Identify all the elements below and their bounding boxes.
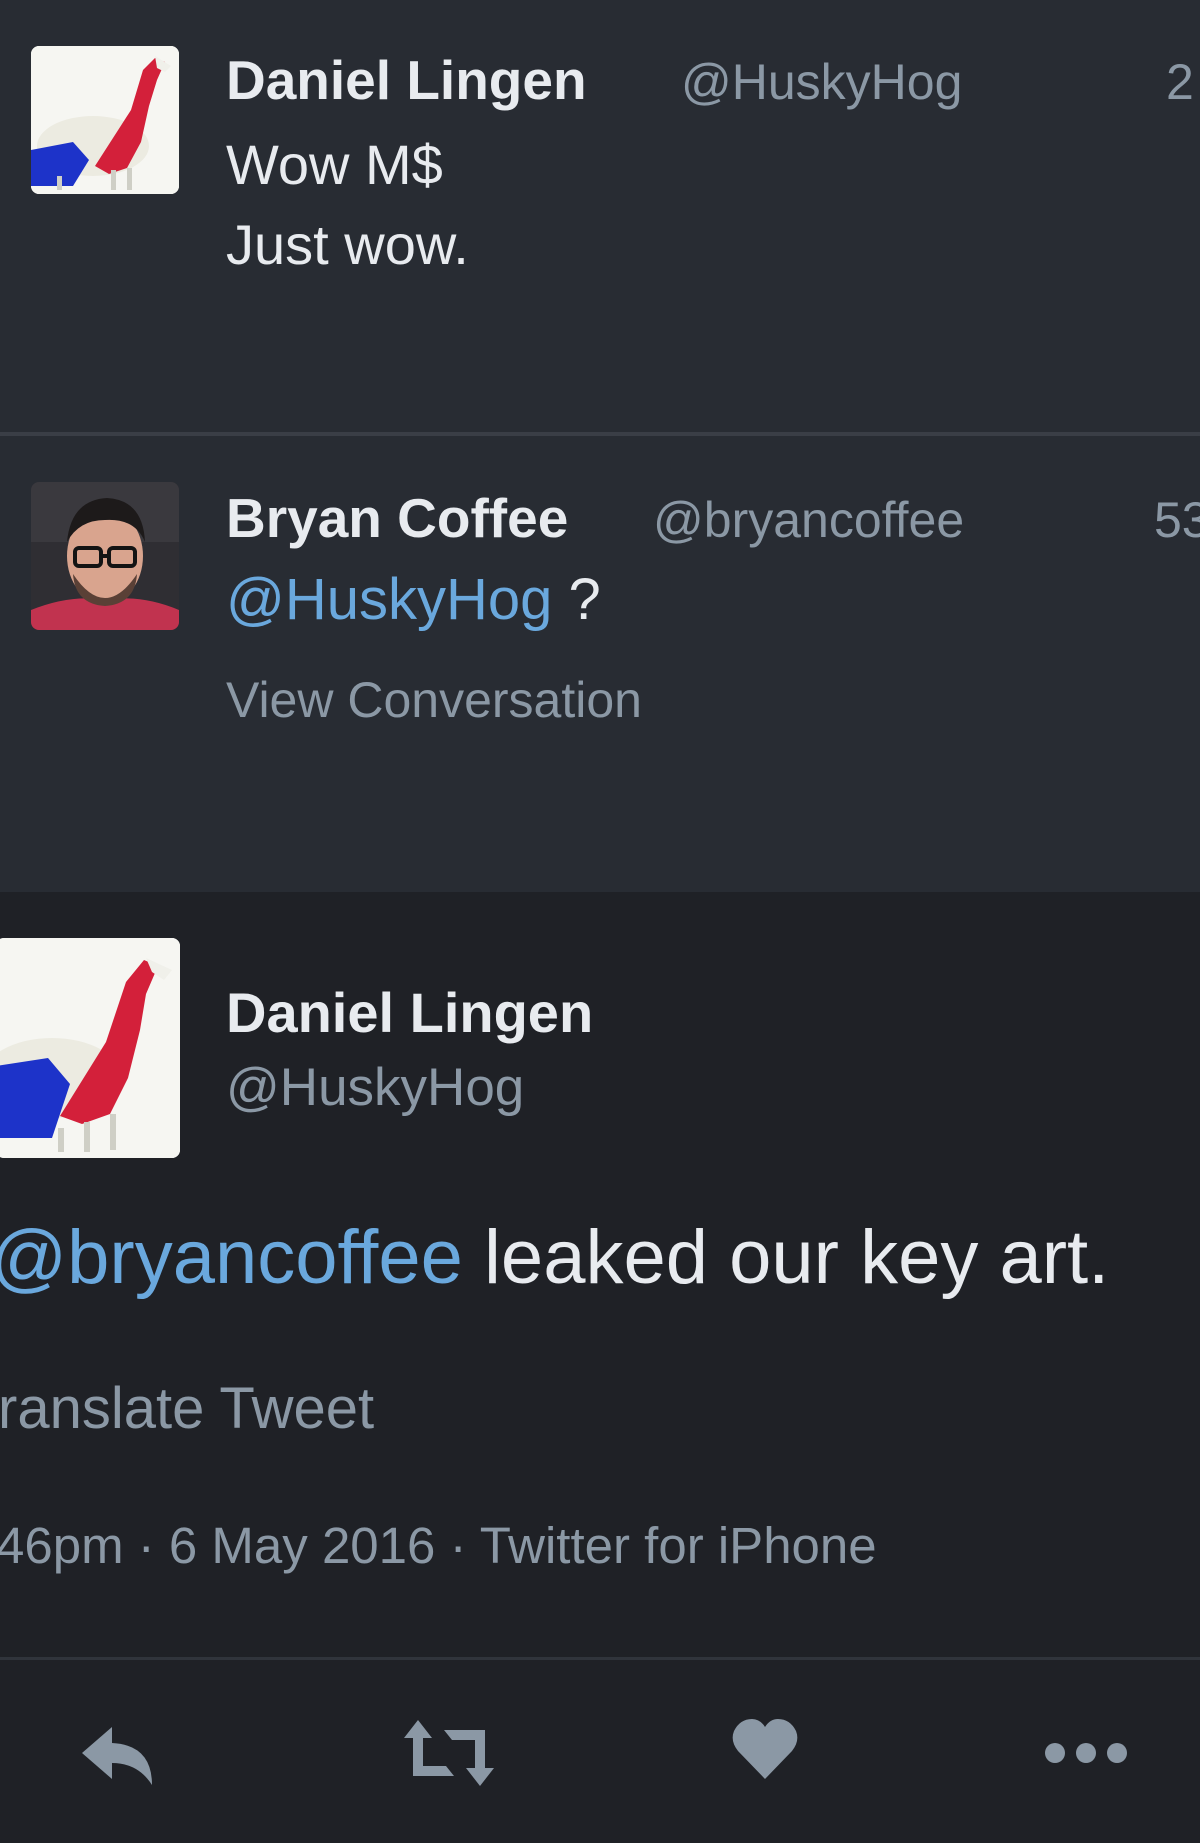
tweet-text-line: Wow M$	[226, 133, 443, 196]
translate-tweet-link[interactable]: ranslate Tweet	[0, 1375, 374, 1442]
tweet-text-rest: leaked our key art.	[462, 1215, 1110, 1300]
retweet-icon[interactable]	[402, 1716, 496, 1790]
tweet-author-handle[interactable]: @bryancoffee	[653, 491, 964, 549]
divider	[0, 1657, 1200, 1660]
avatar-llama[interactable]	[31, 46, 179, 194]
avatar-person[interactable]	[31, 482, 179, 630]
tweet-timestamp[interactable]: 2	[1166, 53, 1194, 111]
tweet-author-name[interactable]: Daniel Lingen	[226, 980, 593, 1045]
tweet-meta: 46pm · 6 May 2016 · Twitter for iPhone	[0, 1517, 877, 1574]
mention-link[interactable]: @bryancoffee	[0, 1215, 463, 1300]
tweet-author-name[interactable]: Bryan Coffee	[226, 486, 568, 550]
like-icon[interactable]	[730, 1715, 800, 1785]
tweet-author-handle[interactable]: @HuskyHog	[226, 1057, 524, 1118]
tweet-timestamp[interactable]: 53	[1154, 491, 1200, 549]
tweet-text-line: Just wow.	[226, 213, 469, 276]
expanded-tweet: Daniel Lingen @HuskyHog @bryancoffee lea…	[0, 892, 1200, 1843]
tweet-text: @HuskyHog ?	[226, 566, 601, 633]
tweet-text: @bryancoffee leaked our key art.	[0, 1214, 1109, 1301]
timeline: Daniel Lingen @HuskyHog 2 Wow M$ Just wo…	[0, 0, 1200, 1843]
tweet-author-name[interactable]: Daniel Lingen	[226, 48, 587, 112]
tweet-item[interactable]: Bryan Coffee @bryancoffee 53 @HuskyHog ?…	[0, 436, 1200, 892]
view-conversation-link[interactable]: View Conversation	[226, 671, 642, 729]
more-icon[interactable]	[1043, 1738, 1129, 1768]
tweet-author-handle[interactable]: @HuskyHog	[681, 53, 962, 111]
avatar-llama[interactable]	[0, 938, 180, 1158]
mention-link[interactable]: @HuskyHog	[226, 567, 552, 632]
tweet-item[interactable]: Daniel Lingen @HuskyHog 2 Wow M$ Just wo…	[0, 0, 1200, 432]
reply-icon[interactable]	[76, 1721, 166, 1791]
tweet-text-rest: ?	[552, 567, 601, 632]
